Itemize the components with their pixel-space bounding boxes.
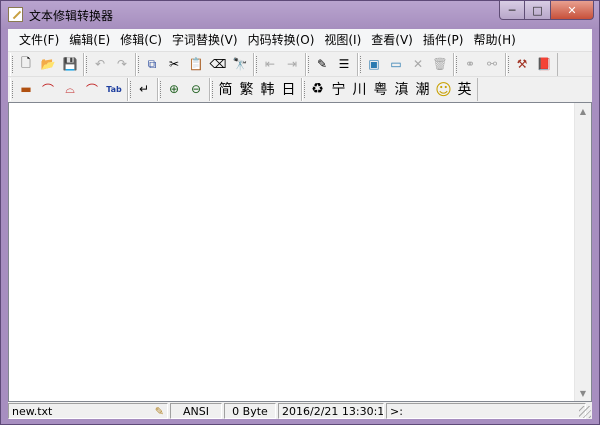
app-icon [8, 7, 23, 22]
window-icon[interactable]: ▭ [386, 54, 406, 74]
toolbar-group-extra: ⚒ 📕 [506, 52, 558, 76]
english-button[interactable]: 英 [455, 79, 475, 99]
resize-grip[interactable] [579, 406, 591, 418]
tab-icon[interactable]: Tab [104, 79, 124, 99]
text-editor[interactable]: ▲ ▼ [8, 102, 592, 402]
chuan-button[interactable]: 川 [350, 79, 370, 99]
window-title: 文本修辑转换器 [29, 9, 114, 23]
open-folder-icon[interactable]: 📂 [38, 54, 58, 74]
traditional-button[interactable]: 繁 [237, 79, 257, 99]
menu-plugin[interactable]: 插件(P) [418, 30, 469, 50]
segment-icon[interactable]: ⌓ [60, 79, 80, 99]
trash-icon[interactable]: 🗑 [430, 54, 450, 74]
zoom-out-icon[interactable]: ⊖ [186, 79, 206, 99]
menu-replace[interactable]: 字词替换(V) [167, 30, 243, 50]
book-icon[interactable]: 📕 [534, 54, 554, 74]
toolbar-main: 🗋 📂 💾 ↶ ↷ ⧉ ✂ 📋 ⌫ 🔭 ⇤ ⇥ ✎ ☰ ▣ ▭ ✕ 🗑 ⚭ ⚯ … [8, 51, 592, 76]
status-bar: new.txt ✎ ANSI 0 Byte 2016/2/21 13:30:18… [8, 403, 592, 419]
rectangle-icon[interactable]: ▬ [16, 79, 36, 99]
import-icon[interactable]: ⇤ [260, 54, 280, 74]
eraser-icon[interactable]: ⌫ [208, 54, 228, 74]
toolbar-group-scripts: 简 繁 韩 日 [210, 77, 302, 101]
window-controls: ─ □ ✕ [499, 1, 594, 20]
cut-icon[interactable]: ✂ [164, 54, 184, 74]
menu-modify[interactable]: 修辑(C) [115, 30, 167, 50]
undo-icon[interactable]: ↶ [90, 54, 110, 74]
menu-bar: 文件(F) 编辑(E) 修辑(C) 字词替换(V) 内码转换(O) 视图(I) … [8, 29, 592, 51]
toolbar-group-edit: ✎ ☰ [306, 52, 358, 76]
vertical-scrollbar[interactable]: ▲ ▼ [574, 103, 591, 401]
chao-button[interactable]: 潮 [413, 79, 433, 99]
scroll-down-icon[interactable]: ▼ [575, 385, 591, 401]
client-area: 文件(F) 编辑(E) 修辑(C) 字词替换(V) 内码转换(O) 视图(I) … [8, 29, 592, 419]
menu-edit[interactable]: 编辑(E) [64, 30, 115, 50]
maximize-button[interactable]: □ [525, 1, 551, 20]
zoom-in-icon[interactable]: ⊕ [164, 79, 184, 99]
menu-view[interactable]: 视图(I) [319, 30, 366, 50]
copy-icon[interactable]: ⧉ [142, 54, 162, 74]
arc-icon[interactable]: ⌒ [38, 79, 58, 99]
toolbar-group-clipboard: ⧉ ✂ 📋 ⌫ 🔭 [136, 52, 254, 76]
enter-icon[interactable]: ↵ [134, 79, 154, 99]
japanese-button[interactable]: 日 [279, 79, 299, 99]
simplified-button[interactable]: 简 [216, 79, 236, 99]
image-icon[interactable]: ▣ [364, 54, 384, 74]
pencil-icon: ✎ [154, 405, 164, 418]
smile-icon[interactable]: ☺ [434, 79, 454, 99]
toolbar-group-dialects: ♻ 宁 川 粤 滇 潮 ☺ 英 [302, 77, 478, 101]
title-bar[interactable]: 文本修辑转换器 ─ □ ✕ [1, 1, 599, 29]
menu-encoding[interactable]: 内码转换(O) [243, 30, 320, 50]
unlink-icon[interactable]: ⚯ [482, 54, 502, 74]
edit-note-icon[interactable]: ✎ [312, 54, 332, 74]
ning-button[interactable]: 宁 [329, 79, 349, 99]
toolbar-group-file: 🗋 📂 💾 [10, 52, 84, 76]
yue-button[interactable]: 粤 [371, 79, 391, 99]
status-size: 0 Byte [224, 403, 276, 419]
save-icon[interactable]: 💾 [60, 54, 80, 74]
status-encoding: ANSI [170, 403, 222, 419]
toolbar-group-window: ▣ ▭ ✕ 🗑 [358, 52, 454, 76]
toolbar-group-zoom: ⊕ ⊖ [158, 77, 210, 101]
menu-look[interactable]: 查看(V) [366, 30, 418, 50]
recycle-icon[interactable]: ♻ [308, 79, 328, 99]
toolbar-convert: ▬ ⌒ ⌓ ⌒ Tab ↵ ⊕ ⊖ 简 繁 韩 日 ♻ 宁 川 粤 滇 潮 ☺ … [8, 76, 592, 101]
toolbar-group-enter: ↵ [128, 77, 158, 101]
status-cursor: >: [386, 403, 586, 419]
status-filename: new.txt ✎ [8, 403, 168, 419]
export-icon[interactable]: ⇥ [282, 54, 302, 74]
new-file-icon[interactable]: 🗋 [16, 54, 36, 74]
align-text-icon[interactable]: ☰ [334, 54, 354, 74]
redo-icon[interactable]: ↷ [112, 54, 132, 74]
status-filename-text: new.txt [12, 405, 53, 418]
delete-icon[interactable]: ✕ [408, 54, 428, 74]
minimize-button[interactable]: ─ [499, 1, 525, 20]
korean-button[interactable]: 韩 [258, 79, 278, 99]
app-window: 文本修辑转换器 ─ □ ✕ 文件(F) 编辑(E) 修辑(C) 字词替换(V) … [0, 0, 600, 425]
toolbar-group-shapes: ▬ ⌒ ⌓ ⌒ Tab [10, 77, 128, 101]
toolbar-group-transfer: ⇤ ⇥ [254, 52, 306, 76]
arc-alt-icon[interactable]: ⌒ [82, 79, 102, 99]
menu-help[interactable]: 帮助(H) [468, 30, 520, 50]
toolbar-group-link: ⚭ ⚯ [454, 52, 506, 76]
scroll-up-icon[interactable]: ▲ [575, 103, 591, 119]
tools-icon[interactable]: ⚒ [512, 54, 532, 74]
find-binoculars-icon[interactable]: 🔭 [230, 54, 250, 74]
close-button[interactable]: ✕ [551, 1, 594, 20]
dian-button[interactable]: 滇 [392, 79, 412, 99]
link-icon[interactable]: ⚭ [460, 54, 480, 74]
paste-icon[interactable]: 📋 [186, 54, 206, 74]
status-datetime: 2016/2/21 13:30:18 [278, 403, 384, 419]
toolbar-group-history: ↶ ↷ [84, 52, 136, 76]
menu-file[interactable]: 文件(F) [14, 30, 64, 50]
